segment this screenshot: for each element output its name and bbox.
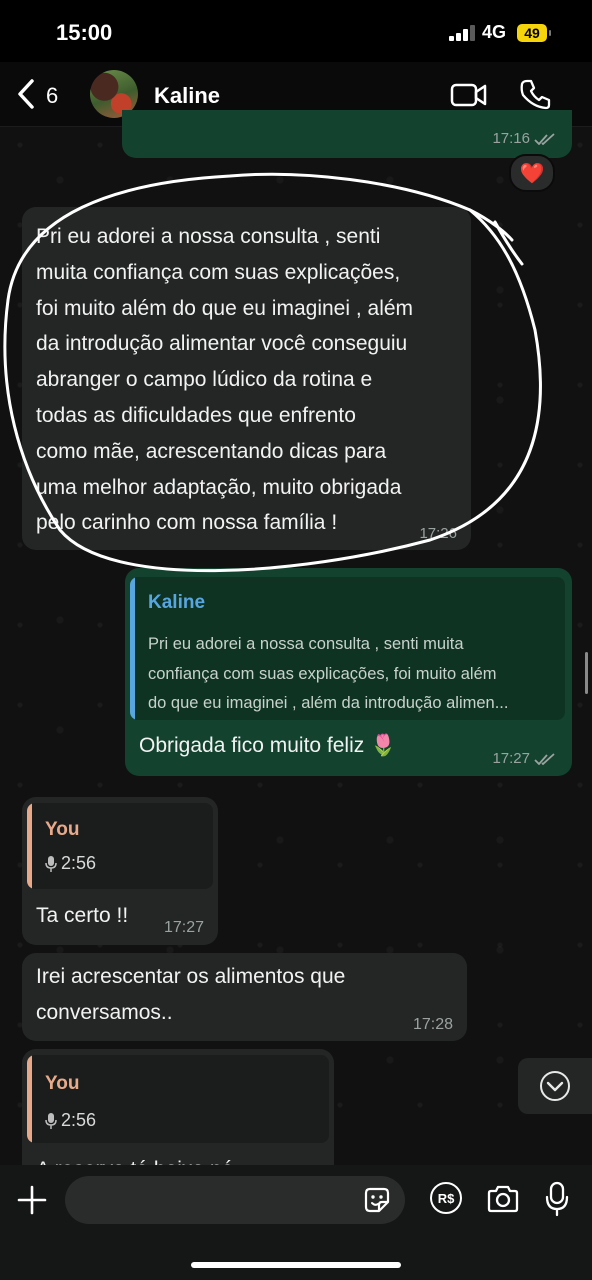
quote-text: Pri eu adorei a nossa consulta , senti m…	[148, 635, 509, 712]
read-ticks-icon	[534, 752, 555, 765]
quoted-voice-message[interactable]: You 2:56	[27, 803, 213, 889]
message-text: Pri eu adorei a nossa consulta , senti m…	[36, 225, 414, 535]
quote-accent-bar	[130, 577, 135, 720]
quoted-message[interactable]: Kaline Pri eu adorei a nossa consulta , …	[130, 577, 565, 720]
sticker-icon[interactable]	[362, 1185, 392, 1215]
home-indicator	[191, 1262, 401, 1268]
quote-author: You	[45, 1073, 80, 1094]
message-text: Irei acrescentar os alimentos que conver…	[36, 965, 346, 1024]
message-time: 17:26	[419, 525, 457, 542]
contact-name[interactable]: Kaline	[154, 83, 220, 109]
scrollbar[interactable]	[585, 652, 588, 694]
quote-author: Kaline	[148, 592, 206, 613]
battery-indicator: 49	[517, 24, 551, 42]
scroll-to-bottom-button[interactable]	[518, 1058, 592, 1114]
quoted-voice-message[interactable]: You 2:56	[27, 1055, 329, 1143]
pix-real-icon[interactable]: R$	[430, 1182, 462, 1214]
message-text: Ta certo !!	[36, 904, 129, 927]
video-camera-icon[interactable]	[450, 82, 488, 108]
incoming-message[interactable]: Pri eu adorei a nossa consulta , senti m…	[22, 207, 471, 550]
message-input[interactable]	[65, 1176, 405, 1224]
message-text: Obrigada fico muito feliz 🌷	[139, 734, 397, 757]
outgoing-message[interactable]: 17:16	[122, 110, 572, 158]
read-ticks-icon	[534, 132, 555, 145]
unread-count[interactable]: 6	[46, 83, 58, 109]
quote-accent-bar	[27, 1055, 32, 1143]
pix-label: R$	[437, 1190, 455, 1206]
composer-bar: R$	[0, 1165, 592, 1280]
message-time: 17:27	[492, 750, 530, 767]
chevron-down-circle-icon	[540, 1071, 570, 1101]
cellular-signal-icon	[449, 25, 475, 41]
incoming-message[interactable]: You 2:56 Ta certo !! 17:27	[22, 797, 218, 945]
incoming-message[interactable]: Irei acrescentar os alimentos que conver…	[22, 953, 467, 1041]
plus-icon[interactable]	[16, 1184, 48, 1216]
voice-duration: 2:56	[61, 1110, 97, 1130]
microphone-icon	[45, 855, 57, 872]
quote-accent-bar	[27, 803, 32, 889]
status-time: 15:00	[56, 20, 113, 45]
camera-icon[interactable]	[486, 1185, 520, 1213]
voice-duration: 2:56	[61, 853, 97, 873]
phone-icon[interactable]	[519, 78, 551, 110]
heart-reaction: ❤️	[519, 162, 545, 185]
network-type: 4G	[482, 22, 507, 42]
battery-level: 49	[524, 25, 540, 41]
quote-author: You	[45, 819, 80, 840]
chevron-left-icon[interactable]	[14, 77, 38, 111]
message-time: 17:28	[412, 1016, 453, 1033]
outgoing-message[interactable]: Kaline Pri eu adorei a nossa consulta , …	[125, 568, 572, 776]
microphone-icon	[45, 1112, 57, 1129]
microphone-icon[interactable]	[545, 1181, 569, 1217]
message-time: 17:27	[163, 919, 204, 936]
message-time: 17:16	[492, 130, 530, 147]
reaction-badge[interactable]: ❤️	[509, 154, 555, 192]
status-bar: 15:00 4G 49	[0, 0, 592, 62]
